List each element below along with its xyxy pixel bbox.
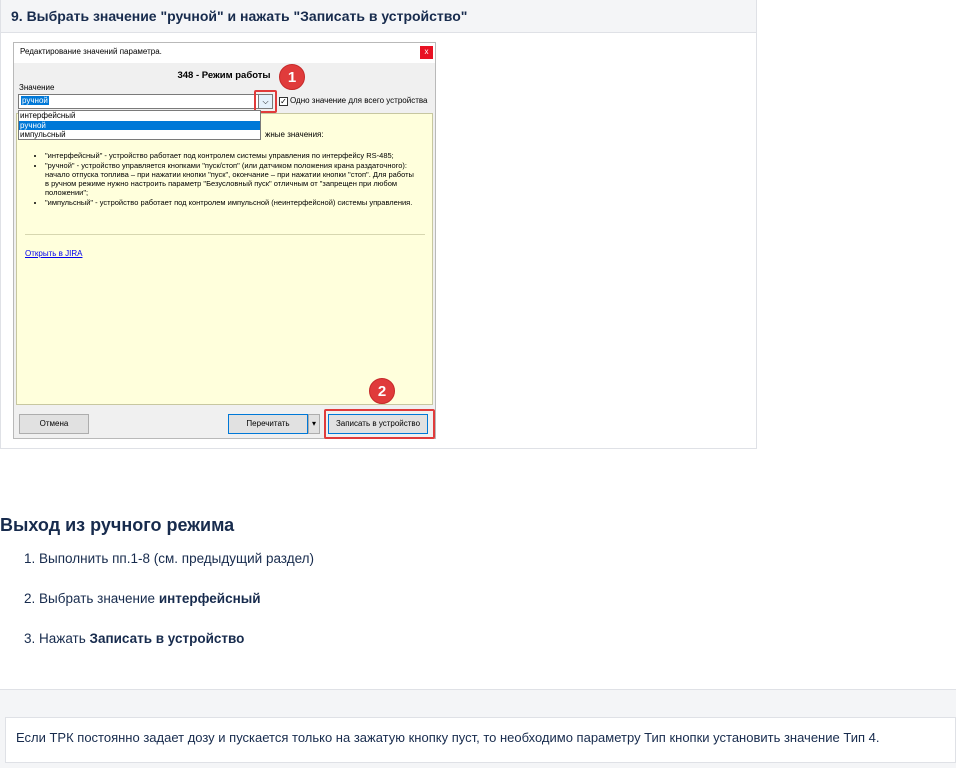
dialog-screenshot: Редактирование значений параметра. x 348… [13,42,436,439]
description-item: "импульсный" - устройство работает под к… [45,198,417,207]
param-title: 348 - Режим работы [177,70,271,81]
combo-value: ручной [21,96,49,105]
step-heading: 9. Выбрать значение "ручной" и нажать "З… [1,0,756,33]
single-value-checkbox[interactable]: ✓ [279,97,288,106]
description-item: "интерфейсный" - устройство работает под… [45,151,417,160]
step-panel: 9. Выбрать значение "ручной" и нажать "З… [0,0,757,449]
reread-button[interactable]: Перечитать [228,414,308,434]
option-interface[interactable]: интерфейсный [19,111,260,121]
section-title: Выход из ручного режима [0,515,235,535]
step-number: 3. [24,631,36,646]
single-value-label: Одно значение для всего устройства [290,96,428,105]
options-dropdown: интерфейсный ручной импульсный [18,110,261,140]
step-text: Нажать [39,631,90,646]
list-item: 3. Нажать Записать в устройство [24,628,314,668]
possible-values-label: жные значения: [265,130,324,139]
highlight-box-2 [324,409,435,439]
step-badge-2: 2 [369,378,395,404]
description-list: "интерфейсный" - устройство работает под… [37,151,417,208]
step-bold: Записать в устройство [89,631,245,646]
exit-steps-list: 1. Выполнить пп.1-8 (см. предыдущий разд… [24,548,314,668]
list-item: 2. Выбрать значение интерфейсный [24,588,314,628]
description-item: "ручной" - устройство управляется кнопка… [45,161,417,197]
step-text: Выбрать значение [39,591,159,606]
step-badge-1: 1 [279,64,305,90]
value-combobox[interactable]: ручной [18,94,261,109]
reread-menu-icon[interactable]: ▾ [308,414,320,434]
cancel-button[interactable]: Отмена [19,414,89,434]
step-bold: интерфейсный [158,591,261,606]
jira-link[interactable]: Открыть в JIRA [25,249,82,258]
option-pulse[interactable]: импульсный [19,130,260,140]
close-icon[interactable]: x [420,46,433,59]
step-number: 2. [24,591,36,606]
dialog-titlebar: Редактирование значений параметра. x [14,43,435,63]
step-number: 1. [24,551,36,566]
info-divider [25,234,425,235]
list-item: 1. Выполнить пп.1-8 (см. предыдущий разд… [24,548,314,588]
note-panel: Если ТРК постоянно задает дозу и пускает… [0,689,956,768]
value-label: Значение [19,83,55,92]
info-area: жные значения: "интерфейсный" - устройст… [16,113,433,405]
option-manual[interactable]: ручной [19,120,260,130]
step-text: Выполнить пп.1-8 (см. предыдущий раздел) [39,551,315,566]
dialog-title: Редактирование значений параметра. [20,47,162,56]
note-text: Если ТРК постоянно задает дозу и пускает… [5,717,956,763]
